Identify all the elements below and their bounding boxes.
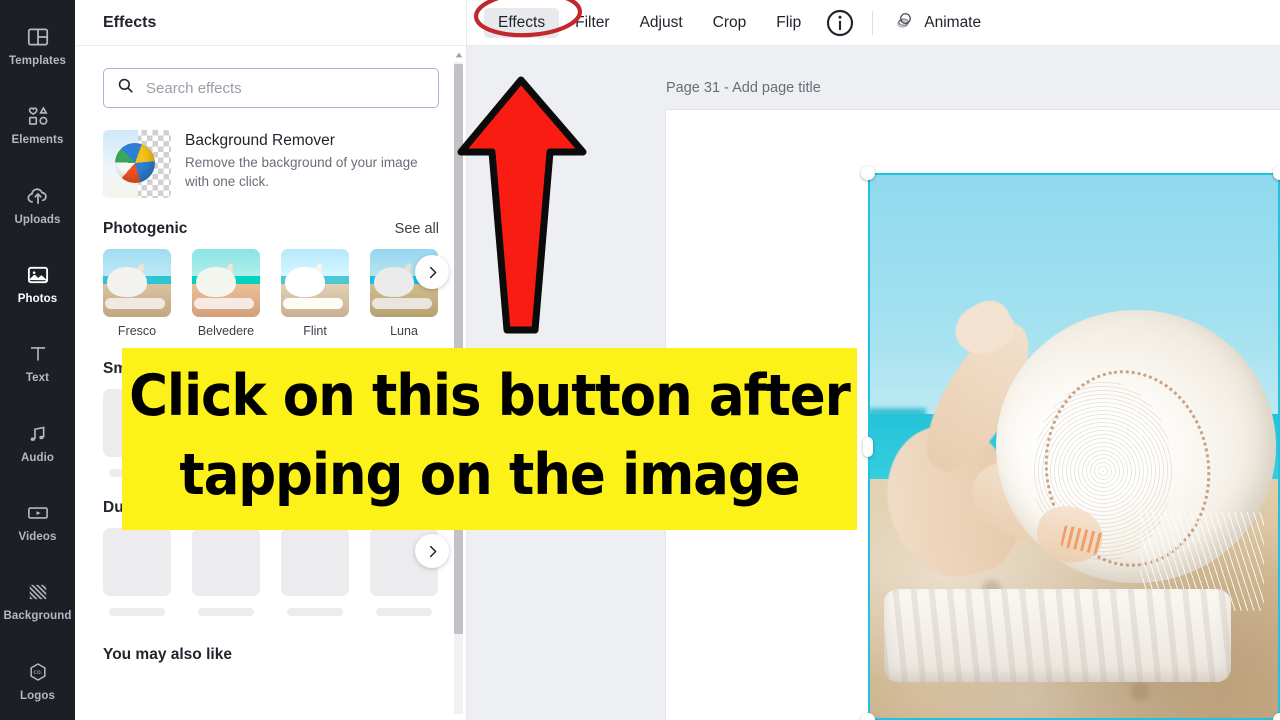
uploads-icon (25, 183, 51, 209)
scroll-up-icon[interactable] (454, 50, 463, 59)
tile-row-duotone (103, 528, 449, 616)
photos-icon (25, 262, 51, 288)
templates-icon (25, 24, 51, 50)
elements-icon (25, 103, 51, 129)
page-title-label[interactable]: Page 31 - Add page title (666, 80, 821, 96)
effect-tile-belvedere[interactable]: Belvedere (192, 249, 260, 338)
tab-filter[interactable]: Filter (561, 8, 623, 38)
sidebar-item-background[interactable]: Background (0, 561, 75, 640)
resize-handle-top-right[interactable] (1273, 166, 1280, 180)
effect-label: Luna (390, 324, 418, 338)
svg-text:co.: co. (33, 668, 43, 676)
sidebar-item-videos[interactable]: Videos (0, 482, 75, 561)
resize-handle-middle-left[interactable] (863, 436, 873, 457)
canva-editor-window: Templates Elements Uploads Photos Text A… (0, 0, 1280, 720)
sidebar-item-uploads[interactable]: Uploads (0, 165, 75, 244)
sidebar-label-templates: Templates (9, 55, 66, 68)
background-remover-title: Background Remover (185, 132, 335, 149)
resize-handle-bottom-left[interactable] (861, 713, 875, 720)
effect-tile-fresco[interactable]: Fresco (103, 249, 171, 338)
skeleton-tile (281, 528, 349, 616)
section-header-photogenic: Photogenic See all (103, 220, 439, 238)
panel-title: Effects (103, 13, 157, 31)
effect-label: Fresco (117, 324, 157, 338)
resize-handle-top-left[interactable] (861, 166, 875, 180)
image-toolbar: Effects Filter Adjust Crop Flip Animate (467, 0, 1280, 46)
animate-icon (893, 9, 915, 36)
sidebar-item-text[interactable]: Text (0, 323, 75, 402)
tab-adjust[interactable]: Adjust (626, 8, 697, 38)
animate-label: Animate (924, 13, 982, 31)
effects-panel-header: Effects (75, 0, 466, 46)
background-remover-thumbnail (103, 130, 171, 198)
tab-effects[interactable]: Effects (484, 7, 560, 38)
effect-thumbnail[interactable] (103, 249, 171, 317)
annotation-callout-box: Click on this button after tapping on th… (122, 348, 857, 530)
sidebar-item-elements[interactable]: Elements (0, 85, 75, 164)
tab-crop[interactable]: Crop (699, 8, 761, 38)
effect-label: Flint (303, 324, 327, 338)
sidebar-item-photos[interactable]: Photos (0, 244, 75, 323)
background-remover-description: Remove the background of your image with… (185, 154, 418, 189)
sidebar-label-videos: Videos (18, 531, 57, 544)
background-icon (25, 579, 51, 605)
left-sidebar: Templates Elements Uploads Photos Text A… (0, 0, 75, 720)
text-icon (25, 341, 51, 367)
animate-button[interactable]: Animate (887, 4, 987, 41)
sidebar-label-background: Background (3, 610, 72, 623)
beach-photo[interactable] (868, 173, 1280, 720)
sidebar-item-logos[interactable]: co. Logos (0, 641, 75, 720)
toolbar-divider (872, 10, 874, 35)
skeleton-tile (192, 528, 260, 616)
tab-flip[interactable]: Flip (762, 8, 815, 38)
sidebar-label-elements: Elements (11, 134, 64, 147)
sidebar-label-photos: Photos (17, 293, 58, 306)
search-input[interactable] (146, 79, 426, 97)
carousel-next-photogenic[interactable] (415, 255, 449, 289)
sidebar-label-text: Text (25, 372, 50, 385)
search-effects-box[interactable] (103, 68, 439, 108)
sidebar-item-templates[interactable]: Templates (0, 6, 75, 85)
skeleton-tile (103, 528, 171, 616)
logos-icon: co. (25, 659, 51, 685)
info-icon[interactable] (824, 7, 856, 39)
carousel-next-duotone[interactable] (415, 534, 449, 568)
effect-tile-flint[interactable]: Flint (281, 249, 349, 338)
tile-row-photogenic: Fresco Belvedere Flint Luna (103, 249, 449, 338)
see-all-photogenic[interactable]: See all (395, 221, 439, 237)
search-icon (116, 76, 135, 100)
sidebar-item-audio[interactable]: Audio (0, 403, 75, 482)
section-title-photogenic: Photogenic (103, 220, 188, 237)
sidebar-label-logos: Logos (20, 689, 55, 702)
background-remover-item[interactable]: Background Remover Remove the background… (103, 130, 439, 198)
effect-thumbnail[interactable] (192, 249, 260, 317)
effect-label: Belvedere (197, 324, 255, 338)
videos-icon (25, 500, 51, 526)
sidebar-label-uploads: Uploads (14, 213, 61, 226)
callout-line-1: Click on this button after (129, 363, 851, 430)
callout-line-2: tapping on the image (179, 442, 800, 508)
you-may-also-like-heading: You may also like (103, 646, 232, 663)
sidebar-label-audio: Audio (20, 451, 55, 464)
selected-image-element[interactable] (861, 166, 1280, 720)
effect-thumbnail[interactable] (281, 249, 349, 317)
audio-icon (25, 421, 51, 447)
